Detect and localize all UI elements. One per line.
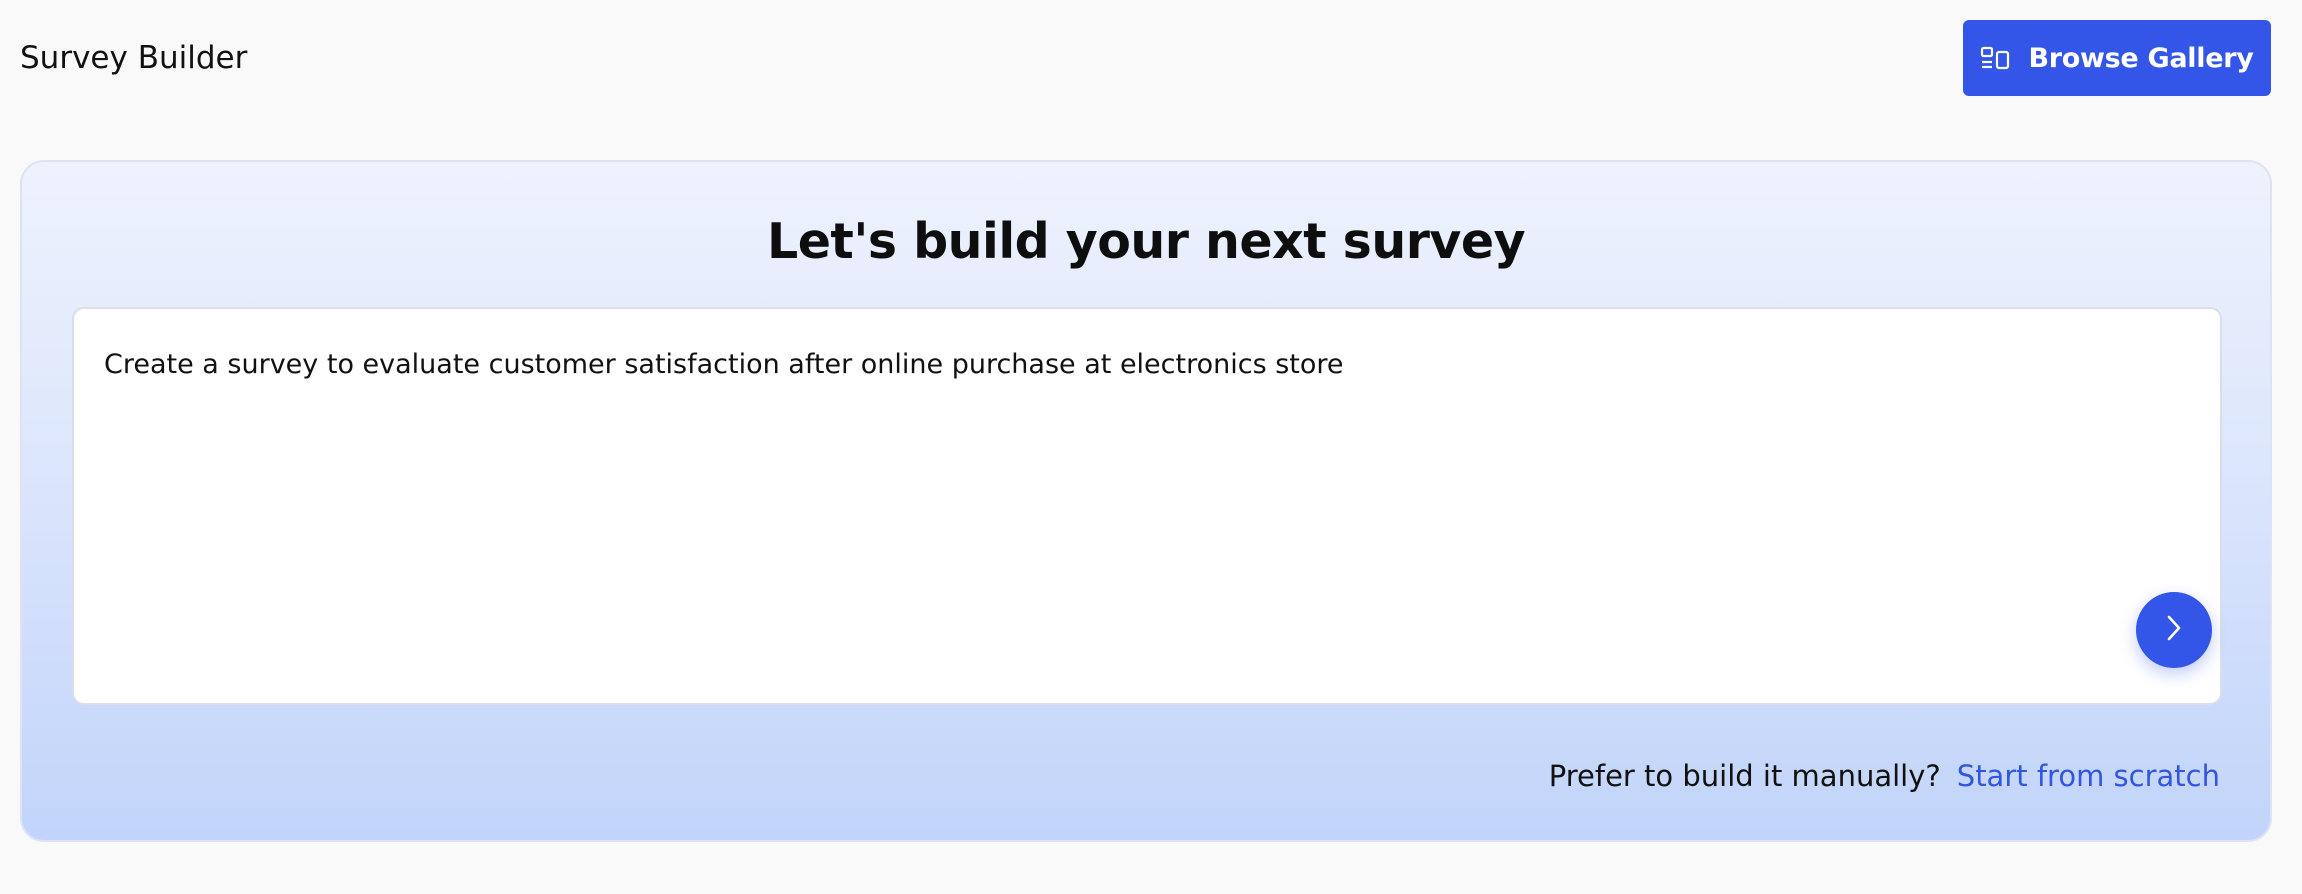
survey-prompt-card: Let's build your next survey Create a su… (20, 160, 2272, 842)
prompt-box: Create a survey to evaluate customer sat… (72, 307, 2222, 705)
browse-gallery-button[interactable]: Browse Gallery (1963, 20, 2271, 96)
submit-prompt-button[interactable] (2136, 592, 2212, 668)
manual-build-prompt: Prefer to build it manually? (1548, 759, 1941, 793)
gallery-icon (1980, 46, 2010, 70)
app-title: Survey Builder (20, 40, 248, 76)
start-from-scratch-link[interactable]: Start from scratch (1957, 756, 2220, 796)
manual-build-row: Prefer to build it manually? Start from … (1549, 756, 2220, 796)
page-heading: Let's build your next survey (766, 213, 1526, 270)
chevron-right-icon (2161, 613, 2187, 647)
survey-prompt-input[interactable]: Create a survey to evaluate customer sat… (104, 347, 2104, 627)
browse-gallery-label: Browse Gallery (2028, 42, 2254, 74)
